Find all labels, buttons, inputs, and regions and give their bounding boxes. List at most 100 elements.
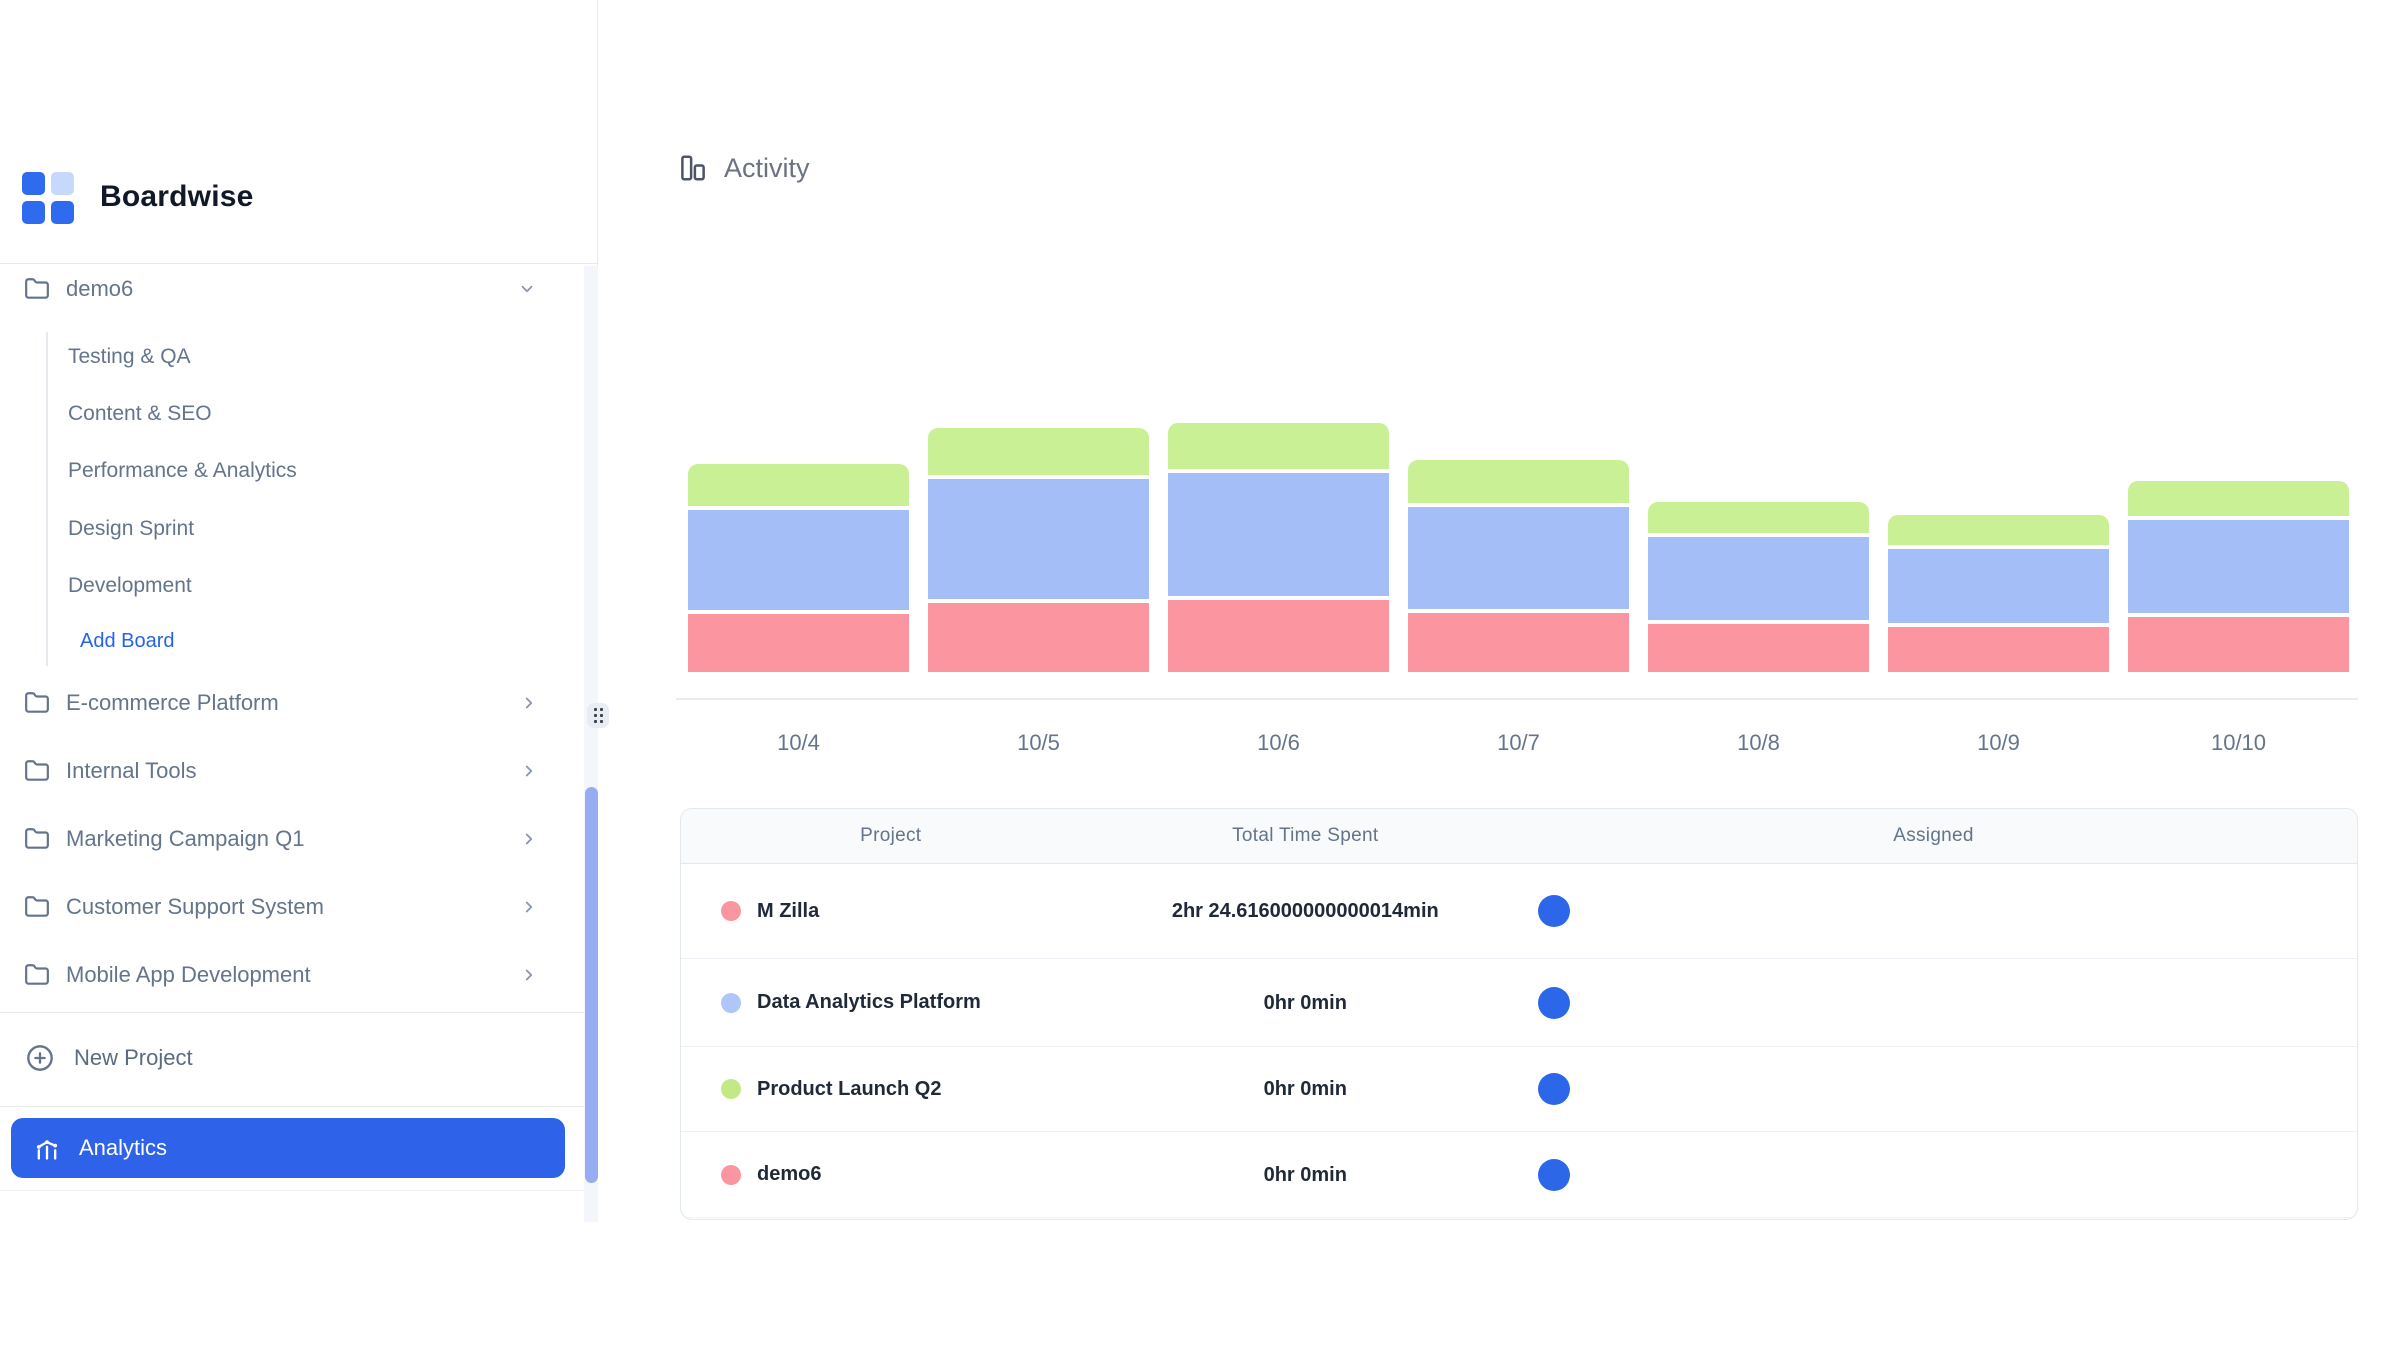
sidebar-scrollbar-thumb[interactable] xyxy=(585,787,598,1183)
sidebar-board-item[interactable]: Testing & QA xyxy=(0,335,598,379)
project-cell: M Zilla xyxy=(681,900,1101,923)
chevron-right-icon[interactable] xyxy=(520,762,538,780)
folder-icon xyxy=(24,962,50,988)
chevron-right-icon[interactable] xyxy=(520,966,538,984)
new-project-button[interactable]: New Project xyxy=(0,1032,598,1084)
sidebar-board-item[interactable]: Performance & Analytics xyxy=(0,449,598,493)
sidebar-project-item[interactable]: Marketing Campaign Q1 xyxy=(0,813,598,865)
folder-icon xyxy=(24,690,50,716)
app-window: Boardwise demo6 Testing & QAContent & SE… xyxy=(0,0,2400,1350)
project-cell: Product Launch Q2 xyxy=(681,1078,1101,1101)
column-header-project: Project xyxy=(681,825,1101,847)
table-row: M Zilla2hr 24.616000000000014min xyxy=(681,864,2357,959)
assigned-cell xyxy=(1510,987,2357,1019)
chevron-right-icon[interactable] xyxy=(520,830,538,848)
bar-segment-red[interactable] xyxy=(1408,613,1629,672)
stacked-bar-10/4[interactable] xyxy=(688,464,909,672)
project-cell: Data Analytics Platform xyxy=(681,991,1101,1014)
time-summary-table: Project Total Time Spent Assigned M Zill… xyxy=(680,808,2358,1220)
sidebar-group-demo6[interactable]: demo6 xyxy=(0,266,598,312)
x-axis-label: 10/6 xyxy=(1168,730,1389,756)
x-axis-label: 10/5 xyxy=(928,730,1149,756)
total-time-value: 0hr 0min xyxy=(1264,1162,1347,1188)
sidebar-project-item[interactable]: Mobile App Development xyxy=(0,949,598,1001)
bar-segment-blue[interactable] xyxy=(2128,520,2349,613)
table-header-row: Project Total Time Spent Assigned xyxy=(681,809,2357,864)
bar-segment-blue[interactable] xyxy=(688,510,909,610)
stacked-bar-10/8[interactable] xyxy=(1648,502,1869,672)
project-label: Customer Support System xyxy=(66,894,324,920)
table-body: M Zilla2hr 24.616000000000014min Data Ana… xyxy=(681,864,2357,1218)
stacked-bar-10/6[interactable] xyxy=(1168,423,1389,672)
sidebar-project-item[interactable]: E-commerce Platform xyxy=(0,677,598,729)
sidebar-board-item[interactable]: Development xyxy=(0,564,598,608)
bar-segment-blue[interactable] xyxy=(928,479,1149,599)
activity-stacked-bar-chart xyxy=(676,420,2358,672)
page-title: Activity xyxy=(724,153,810,184)
boardwise-logo-icon xyxy=(22,172,74,224)
bar-segment-red[interactable] xyxy=(1888,627,2109,672)
sidebar-board-item[interactable]: Content & SEO xyxy=(0,392,598,436)
divider xyxy=(0,263,598,264)
chevron-right-icon[interactable] xyxy=(520,898,538,916)
column-header-total-time: Total Time Spent xyxy=(1101,825,1511,847)
sidebar-board-item[interactable]: Design Sprint xyxy=(0,507,598,551)
assignee-avatar[interactable] xyxy=(1538,987,1570,1019)
stacked-bar-10/9[interactable] xyxy=(1888,515,2109,672)
folder-icon xyxy=(24,758,50,784)
plus-circle-icon xyxy=(26,1044,54,1072)
assignee-avatar[interactable] xyxy=(1538,1159,1570,1191)
bar-segment-red[interactable] xyxy=(928,603,1149,672)
bar-segment-red[interactable] xyxy=(688,614,909,672)
assignee-avatar[interactable] xyxy=(1538,895,1570,927)
bar-segment-green[interactable] xyxy=(1168,423,1389,469)
total-time-value: 0hr 0min xyxy=(1264,990,1347,1016)
add-board-button[interactable]: Add Board xyxy=(0,619,598,663)
total-time-value: 0hr 0min xyxy=(1264,1076,1347,1102)
bar-segment-blue[interactable] xyxy=(1888,549,2109,623)
sidebar-item-analytics[interactable]: Analytics xyxy=(11,1118,565,1178)
bar-segment-blue[interactable] xyxy=(1648,537,1869,620)
sidebar-project-item[interactable]: Internal Tools xyxy=(0,745,598,797)
sidebar: Boardwise demo6 Testing & QAContent & SE… xyxy=(0,0,598,1222)
stacked-bar-10/5[interactable] xyxy=(928,428,1149,672)
project-cell: demo6 xyxy=(681,1163,1101,1186)
assigned-cell xyxy=(1510,895,2357,927)
time-cell: 0hr 0min xyxy=(1101,1162,1510,1188)
bar-segment-green[interactable] xyxy=(1408,460,1629,503)
project-name: Data Analytics Platform xyxy=(757,991,981,1014)
board-label: Performance & Analytics xyxy=(68,459,297,483)
folder-icon xyxy=(24,276,50,302)
bar-segment-green[interactable] xyxy=(928,428,1149,475)
assignee-avatar[interactable] xyxy=(1538,1073,1570,1105)
project-color-dot xyxy=(721,993,741,1013)
bar-segment-green[interactable] xyxy=(1888,515,2109,545)
project-label: E-commerce Platform xyxy=(66,690,279,716)
bar-segment-green[interactable] xyxy=(1648,502,1869,533)
submenu-guide-line xyxy=(46,332,48,666)
x-axis-label: 10/4 xyxy=(688,730,909,756)
bar-segment-blue[interactable] xyxy=(1408,507,1629,609)
bar-segment-green[interactable] xyxy=(688,464,909,506)
stacked-bar-10/7[interactable] xyxy=(1408,460,1629,672)
bar-segment-green[interactable] xyxy=(2128,481,2349,516)
chart-x-axis xyxy=(676,698,2358,700)
sidebar-resize-grip[interactable] xyxy=(587,703,609,728)
bar-segment-red[interactable] xyxy=(1648,624,1869,672)
bar-segment-red[interactable] xyxy=(2128,617,2349,672)
analytics-chart-icon xyxy=(33,1134,61,1162)
project-color-dot xyxy=(721,1165,741,1185)
folder-icon xyxy=(24,894,50,920)
chevron-down-icon[interactable] xyxy=(518,280,536,298)
folder-icon xyxy=(24,826,50,852)
chevron-right-icon[interactable] xyxy=(520,694,538,712)
sidebar-project-item[interactable]: Customer Support System xyxy=(0,881,598,933)
bar-segment-blue[interactable] xyxy=(1168,473,1389,596)
activity-header: Activity xyxy=(678,150,810,186)
assigned-cell xyxy=(1510,1073,2357,1105)
project-label: Mobile App Development xyxy=(66,962,311,988)
bar-segment-red[interactable] xyxy=(1168,600,1389,672)
x-axis-label: 10/7 xyxy=(1408,730,1629,756)
x-axis-label: 10/8 xyxy=(1648,730,1869,756)
stacked-bar-10/10[interactable] xyxy=(2128,481,2349,672)
